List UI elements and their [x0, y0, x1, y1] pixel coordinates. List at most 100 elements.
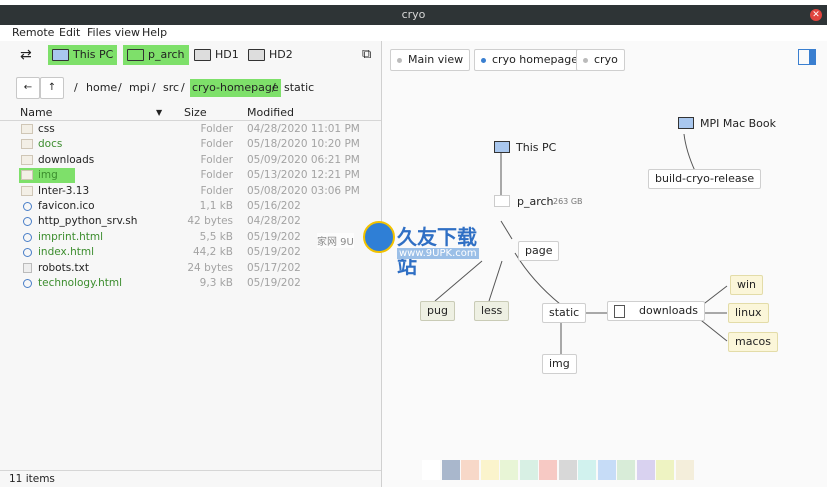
- watermark: 家网 9U 久友下载站 www.9UPK.com: [315, 219, 495, 278]
- file-size: 1,1 kB: [199, 200, 233, 212]
- server-icon: [614, 304, 625, 318]
- color-swatch[interactable]: [656, 460, 674, 480]
- node-mpi-mac-book[interactable]: MPI Mac Book: [700, 117, 776, 130]
- node-static[interactable]: static: [542, 303, 587, 323]
- node-build-cryo-release[interactable]: build-cryo-release: [648, 169, 762, 189]
- color-swatch[interactable]: [441, 460, 460, 480]
- crumb-src[interactable]: src: [163, 81, 179, 94]
- file-icon: [23, 248, 32, 258]
- file-row[interactable]: technology.html 9,3 kB 05/19/202: [0, 276, 381, 291]
- file-size: Folder: [200, 138, 233, 151]
- file-modified: 05/19/202: [247, 230, 301, 243]
- node-p-arch[interactable]: p_arch: [517, 195, 554, 208]
- file-modified: 05/19/202: [247, 277, 301, 289]
- folder-icon: [21, 185, 33, 196]
- device-this-pc[interactable]: This PC: [48, 45, 118, 65]
- monitor-icon: [52, 49, 69, 61]
- node-img[interactable]: img: [542, 354, 577, 374]
- column-size[interactable]: Size: [184, 106, 207, 119]
- file-icon: [23, 262, 32, 273]
- device-hd1[interactable]: HD1: [190, 45, 243, 65]
- file-name: favicon.ico: [38, 200, 95, 212]
- watermark-url: www.9UPK.com: [397, 248, 479, 259]
- file-size: Folder: [200, 123, 233, 135]
- folder-icon: [21, 124, 33, 134]
- crumb-mpi[interactable]: mpi: [129, 81, 150, 94]
- node-win[interactable]: win: [730, 275, 764, 295]
- file-icon: [23, 217, 32, 227]
- close-icon[interactable]: ✕: [810, 9, 822, 21]
- color-swatch[interactable]: [539, 460, 557, 480]
- menu-remote[interactable]: Remote: [12, 26, 54, 39]
- up-button[interactable]: ↑: [40, 77, 64, 99]
- crumb-home[interactable]: home: [86, 81, 117, 94]
- file-name: imprint.html: [38, 230, 104, 243]
- node-pug[interactable]: pug: [420, 301, 455, 321]
- file-name: robots.txt: [38, 261, 89, 274]
- node-linux[interactable]: linux: [728, 303, 769, 323]
- column-name[interactable]: Name: [20, 106, 52, 119]
- file-row[interactable]: img Folder 05/13/2020 12:21 PM: [0, 168, 381, 183]
- file-name: index.html: [38, 246, 94, 259]
- file-modified: 05/16/202: [247, 200, 301, 212]
- device-p-arch[interactable]: p_arch: [123, 45, 189, 65]
- menu-edit[interactable]: Edit: [59, 26, 80, 39]
- file-size: 9,3 kB: [199, 277, 233, 289]
- this-pc-monitor-icon: [494, 141, 510, 153]
- file-modified: 05/17/202: [247, 261, 301, 274]
- file-list-header: Name ▼ Size Modified: [0, 104, 381, 121]
- file-modified: 05/13/2020 12:21 PM: [247, 169, 360, 182]
- color-swatch[interactable]: [675, 460, 694, 480]
- new-window-icon[interactable]: ⧉: [358, 45, 375, 65]
- color-swatch[interactable]: [461, 460, 479, 480]
- file-modified: 04/28/202: [247, 215, 301, 228]
- file-size: Folder: [200, 153, 233, 166]
- color-swatch[interactable]: [519, 460, 538, 480]
- color-swatch[interactable]: [422, 460, 440, 480]
- color-swatch[interactable]: [500, 460, 518, 480]
- file-name: technology.html: [38, 277, 123, 289]
- file-name: Inter-3.13: [38, 184, 90, 197]
- file-modified: 05/09/2020 06:21 PM: [247, 153, 360, 166]
- network-icon[interactable]: ⇄: [16, 45, 36, 65]
- sort-chevron-icon[interactable]: ▼: [156, 108, 162, 117]
- watermark-prefix: 家网 9U: [317, 233, 354, 248]
- node-this-pc[interactable]: This PC: [516, 141, 556, 154]
- item-count: 11 items: [9, 473, 55, 485]
- node-macos[interactable]: macos: [728, 332, 778, 352]
- file-row[interactable]: favicon.ico 1,1 kB 05/16/202: [0, 199, 381, 214]
- file-size: 24 bytes: [187, 261, 233, 274]
- folder-icon: [21, 139, 33, 150]
- menu-files-view[interactable]: Files view: [87, 26, 140, 39]
- node-cryo-homepage[interactable]: page: [518, 241, 560, 261]
- file-modified: 04/28/2020 11:01 PM: [247, 123, 360, 135]
- file-size: 42 bytes: [187, 215, 233, 228]
- back-button[interactable]: ←: [16, 77, 40, 99]
- color-swatch[interactable]: [558, 460, 577, 480]
- file-row[interactable]: downloads Folder 05/09/2020 06:21 PM: [0, 153, 381, 168]
- color-swatch[interactable]: [578, 460, 596, 480]
- column-modified[interactable]: Modified: [247, 106, 294, 119]
- window-title: cryo: [401, 8, 426, 21]
- color-swatch[interactable]: [480, 460, 499, 480]
- crumb-cryo-homepage[interactable]: cryo-homepage: [190, 79, 281, 97]
- file-row[interactable]: docs Folder 05/18/2020 10:20 PM: [0, 137, 381, 152]
- color-swatch[interactable]: [617, 460, 635, 480]
- node-downloads[interactable]: downloads: [607, 301, 705, 321]
- file-name: http_python_srv.sh: [38, 215, 138, 228]
- menu-help[interactable]: Help: [142, 26, 167, 39]
- folder-icon: [21, 154, 33, 165]
- file-modified: 05/19/202: [247, 246, 301, 259]
- device-hd2[interactable]: HD2: [244, 45, 297, 65]
- drive-icon: [127, 49, 144, 61]
- file-row[interactable]: css Folder 04/28/2020 11:01 PM: [0, 122, 381, 137]
- color-swatch[interactable]: [597, 460, 616, 480]
- node-less[interactable]: less: [474, 301, 510, 321]
- file-row[interactable]: Inter-3.13 Folder 05/08/2020 03:06 PM: [0, 184, 381, 199]
- drive-icon: [248, 49, 265, 61]
- file-icon: [23, 202, 32, 211]
- crumb-static[interactable]: static: [284, 81, 314, 94]
- color-swatch[interactable]: [636, 460, 655, 480]
- path-bar: ← ↑ / home / mpi / src / cryo-homepage /…: [0, 75, 381, 99]
- mac-monitor-icon: [678, 117, 694, 129]
